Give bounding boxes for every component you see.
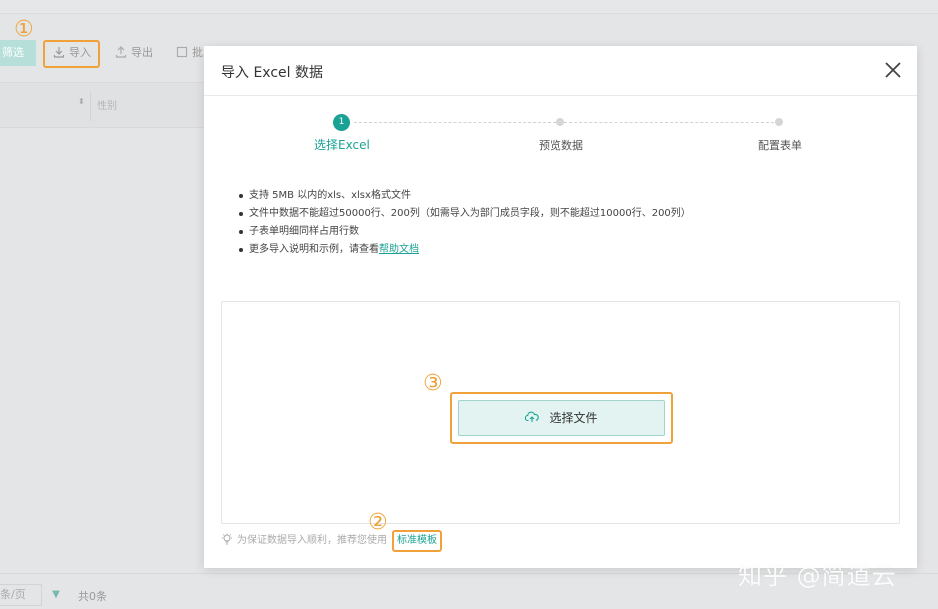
note-text: 更多导入说明和示例，请查看 — [249, 244, 379, 255]
import-label: 导入 — [69, 46, 91, 59]
list-item: 支持 5MB 以内的xls、xlsx格式文件 — [239, 187, 879, 205]
list-item: 更多导入说明和示例，请查看帮助文档 — [239, 241, 879, 259]
annotation-three: ③ — [423, 371, 443, 396]
table-header-row: ⬍ 性别 — [0, 82, 205, 128]
column-divider — [90, 91, 91, 121]
sort-icon[interactable]: ⬍ — [78, 97, 85, 106]
edit-icon — [176, 46, 188, 58]
download-icon — [53, 47, 65, 58]
tip-text: 为保证数据导入顺利，推荐您使用 — [237, 535, 387, 546]
list-item: 文件中数据不能超过50000行、200列（如需导入为部门成员字段，则不能超过10… — [239, 205, 879, 223]
step-3-indicator — [775, 118, 783, 126]
total-count: 共0条 — [78, 590, 107, 603]
watermark: 知乎 @简道云 — [738, 562, 897, 590]
dialog-title: 导入 Excel 数据 — [221, 65, 323, 81]
standard-template-link[interactable]: 标准模板 — [392, 530, 442, 552]
import-excel-dialog: 导入 Excel 数据 1 选择Excel 预览数据 配置表单 支持 5MB 以… — [204, 46, 917, 568]
annotation-two: ② — [368, 510, 388, 535]
step-connector — [564, 122, 774, 123]
batch-label: 批 — [192, 46, 203, 59]
import-stepper: 1 选择Excel 预览数据 配置表单 — [204, 114, 917, 154]
upload-icon — [115, 46, 127, 58]
chevron-down-icon[interactable]: ▼ — [46, 584, 66, 606]
page-size-select[interactable]: 条/页 — [0, 584, 42, 606]
import-button[interactable]: 导入 — [43, 40, 100, 68]
step-3-label: 配置表单 — [758, 139, 802, 152]
import-notes-list: 支持 5MB 以内的xls、xlsx格式文件 文件中数据不能超过50000行、2… — [239, 187, 879, 259]
cloud-upload-icon — [525, 411, 540, 422]
dialog-header: 导入 Excel 数据 — [204, 46, 917, 96]
step-2-label: 预览数据 — [539, 139, 583, 152]
top-strip — [0, 0, 938, 14]
select-file-label: 选择文件 — [549, 411, 598, 425]
template-tip: 为保证数据导入顺利，推荐您使用 — [221, 533, 387, 549]
annotation-one: ① — [14, 17, 34, 42]
step-1-label: 选择Excel — [314, 138, 370, 152]
filter-button[interactable]: 筛选 — [0, 40, 36, 66]
close-icon[interactable] — [883, 60, 903, 80]
export-button[interactable]: 导出 — [115, 40, 153, 66]
upload-dropzone[interactable]: ③ 选择文件 — [221, 301, 900, 524]
column-header-gender[interactable]: 性别 — [97, 97, 117, 112]
step-connector — [354, 122, 556, 123]
select-file-button[interactable]: 选择文件 — [458, 400, 665, 436]
lightbulb-icon — [222, 533, 232, 545]
step-1-indicator: 1 — [333, 114, 350, 131]
batch-button[interactable]: 批 — [176, 40, 203, 66]
help-doc-link[interactable]: 帮助文档 — [379, 244, 419, 255]
step-2-indicator — [556, 118, 564, 126]
list-item: 子表单明细同样占用行数 — [239, 223, 879, 241]
export-label: 导出 — [131, 46, 153, 59]
